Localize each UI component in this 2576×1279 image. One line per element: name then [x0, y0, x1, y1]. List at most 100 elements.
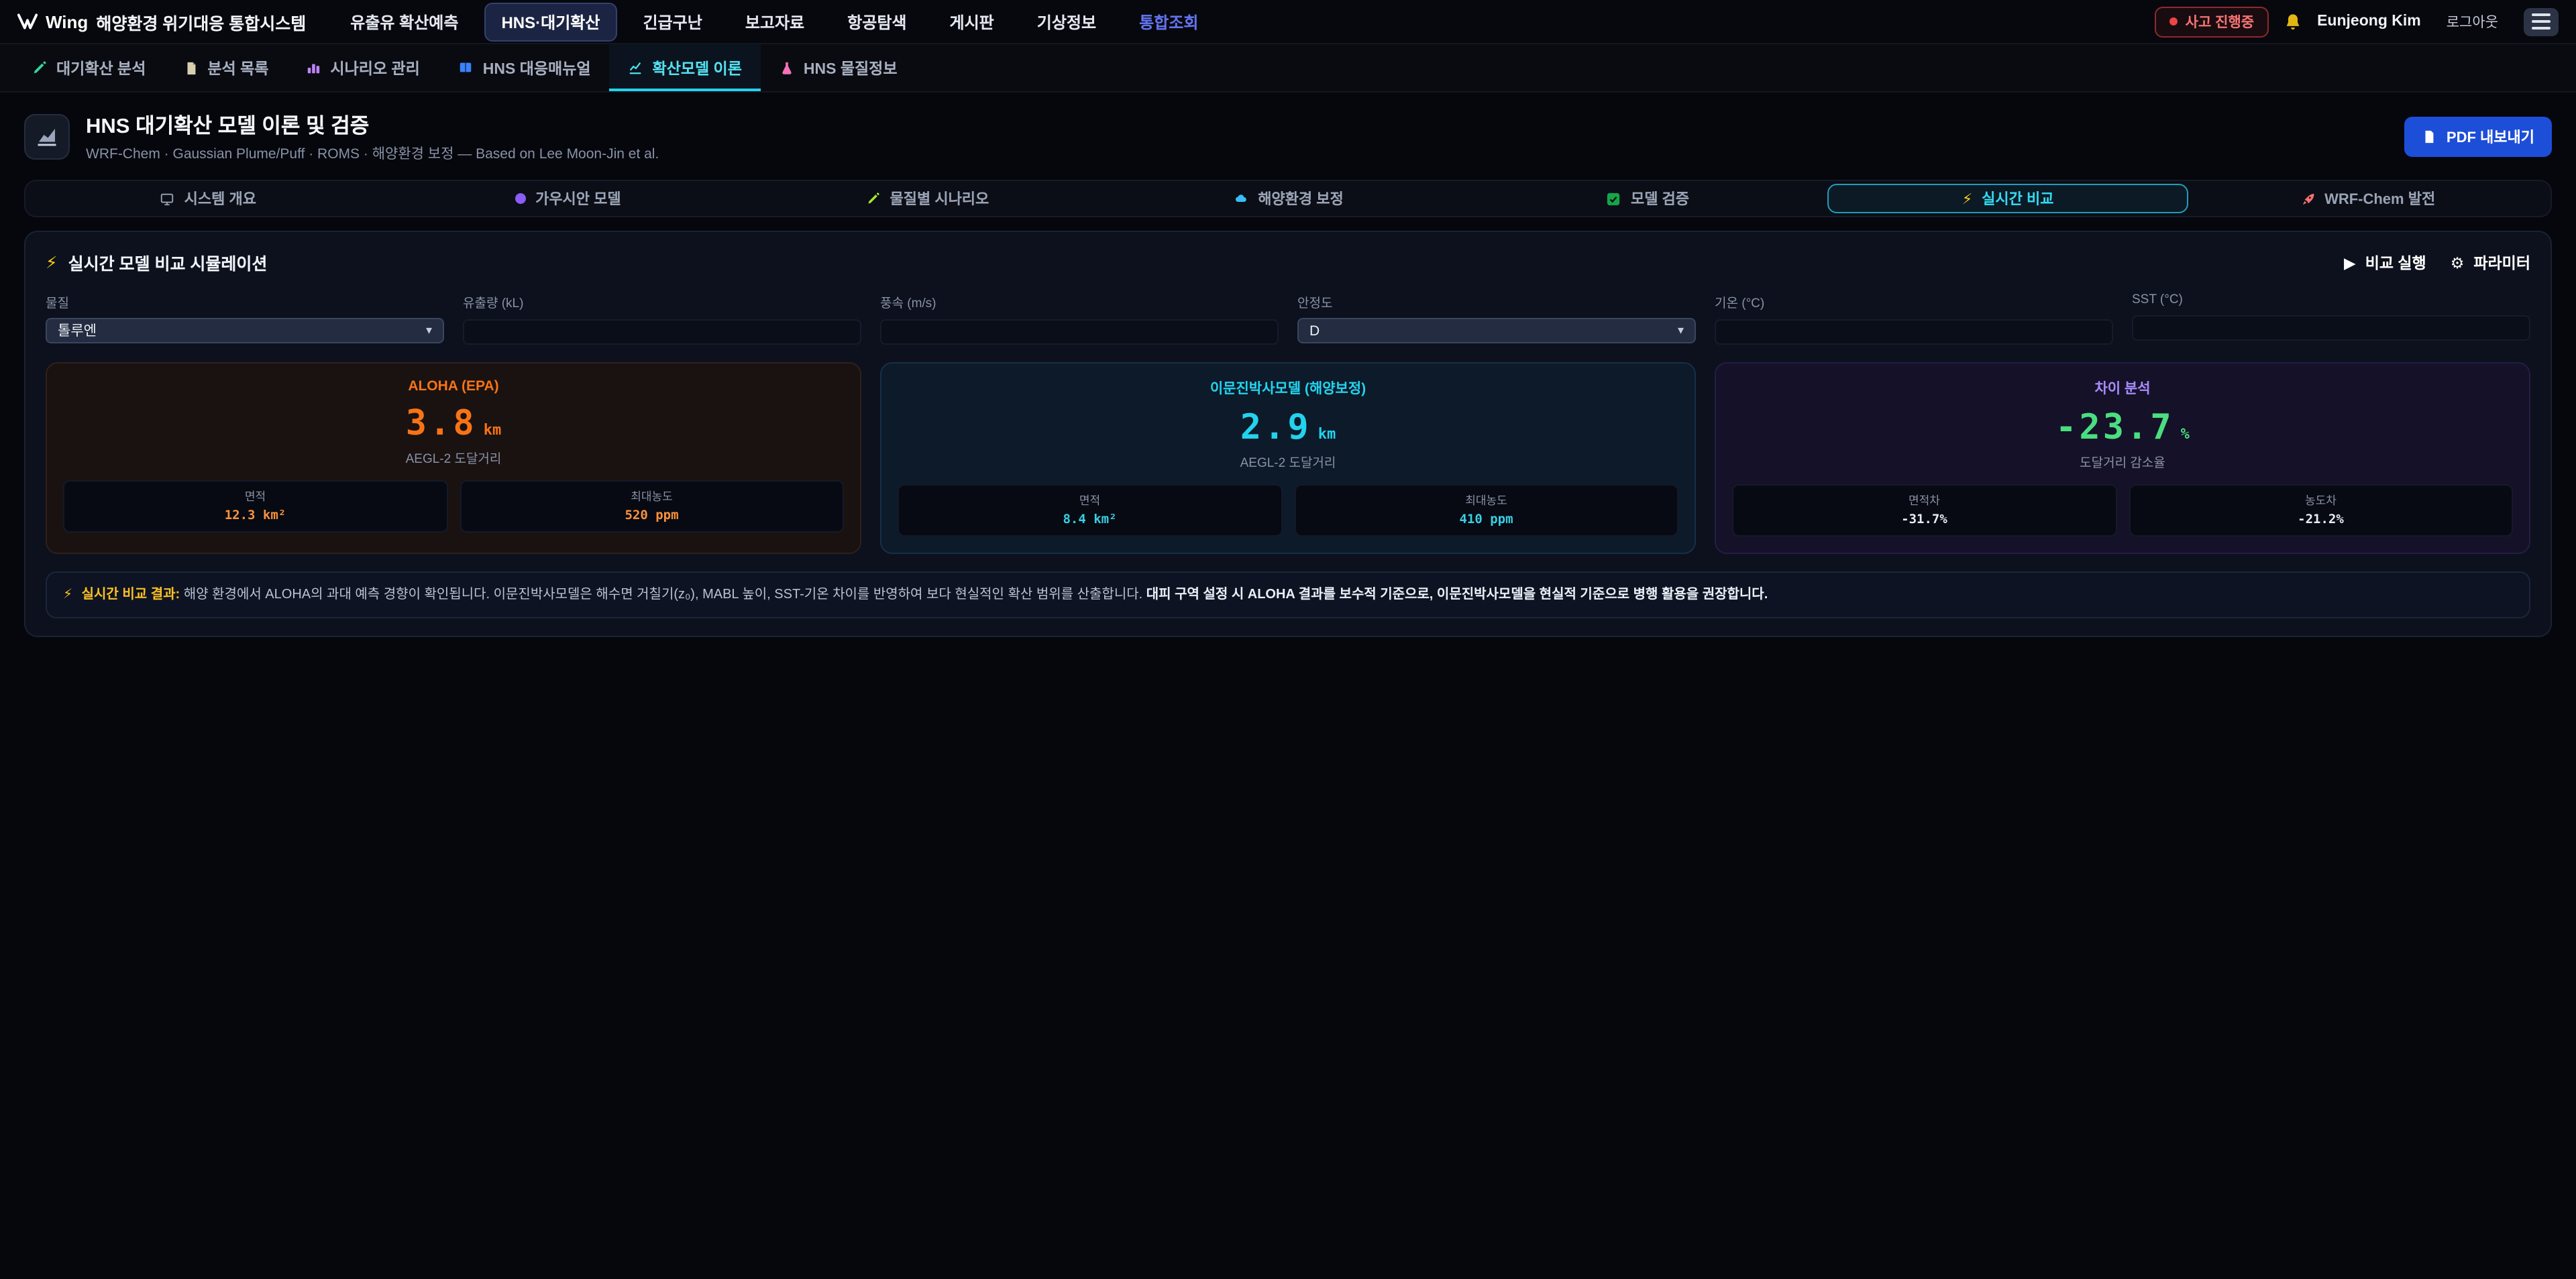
result-value-row: 2.9 km [898, 407, 1678, 447]
chart-line-icon [629, 60, 643, 75]
tab-label: 시스템 개요 [184, 188, 256, 209]
realtime-comparison-panel: ⚡ 실시간 모델 비교 시뮬레이션 ▶ 비교 실행 ⚙ 파라미터 물질 톨루엔 [24, 231, 2552, 637]
page-header: HNS 대기확산 모델 이론 및 검증 WRF-Chem · Gaussian … [0, 93, 2576, 178]
chart-bars-icon [306, 60, 321, 75]
result-value-row: -23.7 % [1732, 407, 2513, 447]
nav-item-hns-atmospheric[interactable]: HNS·대기확산 [484, 2, 617, 41]
result-unit: km [484, 421, 502, 438]
stat-value: 12.3 km² [70, 508, 441, 522]
spill-volume-input[interactable] [463, 319, 861, 344]
bolt-icon: ⚡ [1962, 190, 1972, 207]
note-emphasis: 대피 구역 설정 시 ALOHA 결과를 보수적 기준으로, 이문진박사모델을 … [1146, 587, 1768, 602]
tab-wrf-chem[interactable]: WRF-Chem 발전 [2188, 184, 2548, 213]
pdf-document-icon [2422, 129, 2437, 145]
stability-select[interactable]: D ▾ [1297, 318, 1696, 343]
subtab-diffusion-model-theory[interactable]: 확산모델 이론 [610, 44, 761, 91]
tab-label: 실시간 비교 [1982, 188, 2053, 209]
wind-speed-input[interactable] [880, 319, 1279, 344]
stat-value: 8.4 km² [904, 512, 1275, 526]
note-prefix: 실시간 비교 결과: [82, 587, 180, 602]
subtab-label: 시나리오 관리 [330, 57, 419, 78]
tab-substance-scenarios[interactable]: 물질별 시나리오 [748, 184, 1108, 213]
tab-label: 물질별 시나리오 [890, 188, 989, 209]
book-icon [458, 60, 474, 75]
subtab-hns-manual[interactable]: HNS 대응매뉴얼 [439, 44, 610, 91]
topnav-right: 사고 진행중 Eunjeong Kim 로그아웃 [2155, 6, 2559, 37]
field-label: 물질 [46, 292, 444, 311]
result-card-difference: 차이 분석 -23.7 % 도달거리 감소율 면적차 -31.7% 농도차 -2… [1715, 362, 2530, 553]
field-label: SST (°C) [2132, 292, 2530, 307]
nav-item-integrated-search[interactable]: 통합조회 [1122, 2, 1216, 41]
tab-label: WRF-Chem 발전 [2324, 188, 2435, 209]
brand-name: Wing [46, 11, 88, 32]
tab-gaussian-model[interactable]: 가우시안 모델 [388, 184, 749, 213]
nav-item-rescue[interactable]: 긴급구난 [625, 2, 719, 41]
tab-label: 가우시안 모델 [535, 188, 621, 209]
nav-item-oil-spill[interactable]: 유출유 확산예측 [333, 2, 476, 41]
result-value: 2.9 [1240, 407, 1311, 447]
result-card-title: 이문진박사모델 (해양보정) [898, 378, 1678, 398]
sst-input[interactable] [2132, 315, 2530, 340]
stat-label: 면적차 [1739, 492, 2110, 508]
page-title: HNS 대기확산 모델 이론 및 검증 [86, 110, 659, 140]
pencil-icon [867, 192, 881, 205]
sub-navigation: 대기확산 분석 분석 목록 시나리오 관리 HNS 대응매뉴얼 확산모델 이론 … [0, 44, 2576, 93]
field-wind-speed: 풍속 (m/s) [880, 292, 1279, 344]
nav-item-aerial-search[interactable]: 항공탐색 [830, 2, 924, 41]
tab-realtime-comparison[interactable]: ⚡ 실시간 비교 [1828, 184, 2188, 213]
substance-select[interactable]: 톨루엔 ▾ [46, 318, 444, 343]
stat-area: 면적 8.4 km² [898, 484, 1282, 536]
panel-title: ⚡ 실시간 모델 비교 시뮬레이션 [46, 249, 267, 275]
air-temperature-input[interactable] [1715, 319, 2113, 344]
app-logo: Wing 해양환경 위기대응 통합시스템 [17, 9, 306, 34]
stat-area-difference: 면적차 -31.7% [1732, 484, 2116, 536]
stat-value: -31.7% [1739, 512, 2110, 526]
stat-label: 최대농도 [1301, 492, 1672, 508]
nav-item-reports[interactable]: 보고자료 [728, 2, 822, 41]
stability-select-value: D [1309, 323, 1320, 339]
result-card-title: ALOHA (EPA) [63, 378, 844, 394]
stat-area: 면적 12.3 km² [63, 480, 447, 532]
nav-item-weather[interactable]: 기상정보 [1020, 2, 1114, 41]
rocket-icon [2300, 191, 2315, 206]
run-comparison-button[interactable]: ▶ 비교 실행 [2344, 252, 2426, 273]
hamburger-menu-icon[interactable] [2524, 7, 2559, 36]
subtab-scenario-management[interactable]: 시나리오 관리 [287, 44, 438, 91]
subtab-label: 분석 목록 [207, 57, 268, 78]
pdf-export-button[interactable]: PDF 내보내기 [2405, 117, 2552, 157]
stat-value: 520 ppm [466, 508, 837, 522]
top-navigation: Wing 해양환경 위기대응 통합시스템 유출유 확산예측 HNS·대기확산 긴… [0, 0, 2576, 44]
stat-label: 면적 [70, 488, 441, 504]
pencil-icon [32, 60, 47, 75]
result-stats: 면적 12.3 km² 최대농도 520 ppm [63, 480, 844, 532]
tab-marine-correction[interactable]: 해양환경 보정 [1108, 184, 1468, 213]
subtab-atmospheric-analysis[interactable]: 대기확산 분석 [13, 44, 164, 91]
panel-header: ⚡ 실시간 모델 비교 시뮬레이션 ▶ 비교 실행 ⚙ 파라미터 [46, 249, 2530, 275]
monitor-chart-icon [160, 191, 175, 206]
tab-label: 해양환경 보정 [1258, 188, 1344, 209]
play-icon: ▶ [2344, 253, 2356, 272]
result-value: -23.7 [2055, 407, 2174, 447]
result-card-title: 차이 분석 [1732, 378, 2513, 398]
result-value-row: 3.8 km [63, 403, 844, 443]
subtab-label: 확산모델 이론 [653, 57, 742, 78]
result-subtitle: AEGL-2 도달거리 [898, 451, 1678, 470]
notification-bell-icon[interactable] [2284, 11, 2302, 32]
tab-system-overview[interactable]: 시스템 개요 [28, 184, 388, 213]
pdf-export-label: PDF 내보내기 [2447, 126, 2534, 148]
stat-max-concentration: 최대농도 520 ppm [460, 480, 844, 532]
stat-label: 면적 [904, 492, 1275, 508]
chevron-down-icon: ▾ [1678, 324, 1684, 337]
area-chart-icon [24, 114, 70, 160]
subtab-analysis-list[interactable]: 분석 목록 [164, 44, 287, 91]
parameter-form: 물질 톨루엔 ▾ 유출량 (kL) 풍속 (m/s) 안정도 D ▾ [46, 292, 2530, 344]
stat-label: 최대농도 [466, 488, 837, 504]
stat-max-concentration: 최대농도 410 ppm [1294, 484, 1678, 536]
tab-model-validation[interactable]: 모델 검증 [1468, 184, 1828, 213]
parameters-button[interactable]: ⚙ 파라미터 [2451, 252, 2530, 273]
logout-button[interactable]: 로그아웃 [2436, 6, 2509, 37]
incident-badge-label: 사고 진행중 [2186, 11, 2254, 32]
purple-dot-icon [515, 193, 526, 204]
nav-item-board[interactable]: 게시판 [932, 2, 1012, 41]
subtab-hns-substance-info[interactable]: HNS 물질정보 [761, 44, 916, 91]
